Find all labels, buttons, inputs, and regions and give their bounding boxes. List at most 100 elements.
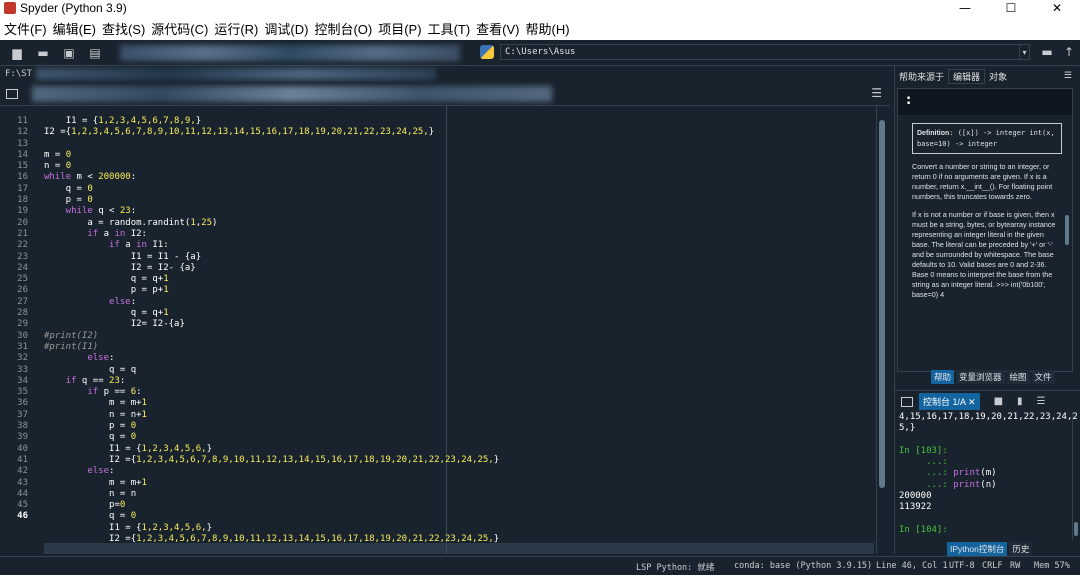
help-source-select[interactable]: 编辑器 — [948, 68, 986, 84]
console-options-icon[interactable]: ☰ — [1037, 396, 1046, 407]
menu-debug[interactable]: 调试(D) — [264, 19, 308, 38]
menu-file[interactable]: 文件(F) — [4, 19, 47, 38]
code-line[interactable]: if q == 23: — [44, 376, 874, 387]
help-options-icon[interactable]: ☰ — [1064, 70, 1072, 81]
save-all-icon[interactable]: ▤ — [88, 46, 102, 60]
new-file-icon[interactable]: ▆ — [10, 46, 24, 60]
console-tab-label: 控制台 1/A — [923, 397, 966, 407]
menu-view[interactable]: 查看(V) — [476, 19, 519, 38]
minimize-button[interactable]: — — [942, 0, 988, 16]
blurred-toolbar-region — [120, 44, 460, 61]
code-line[interactable]: if a in I1: — [44, 240, 874, 251]
editor-scrollbar[interactable] — [876, 106, 886, 554]
help-object-label: 对象 — [989, 71, 1008, 82]
python-path-icon[interactable] — [480, 45, 494, 59]
code-line[interactable]: n = 0 — [44, 161, 874, 172]
code-line[interactable] — [44, 545, 874, 552]
code-line[interactable]: q = 0 — [44, 184, 874, 195]
code-line[interactable]: I2= I2-{a} — [44, 319, 874, 330]
tab-help[interactable]: 帮助 — [931, 370, 955, 384]
code-line[interactable]: while q < 23: — [44, 206, 874, 217]
code-line[interactable]: I2 ={1,2,3,4,5,6,7,8,9,10,11,12,13,14,15… — [44, 455, 874, 466]
code-line[interactable]: m = m+1 — [44, 478, 874, 489]
console-scrollbar[interactable] — [1072, 412, 1078, 540]
code-line[interactable]: #print(I1) — [44, 342, 874, 353]
menu-edit[interactable]: 编辑(E) — [53, 19, 96, 38]
code-line[interactable]: #print(I2) — [44, 331, 874, 342]
help-scrollbar[interactable] — [1064, 115, 1070, 345]
code-line[interactable]: I2 = I2- {a} — [44, 263, 874, 274]
code-line[interactable]: m = 0 — [44, 150, 874, 161]
help-scroll-thumb[interactable] — [1065, 215, 1069, 245]
menu-help[interactable]: 帮助(H) — [526, 19, 570, 38]
code-line[interactable]: else: — [44, 466, 874, 477]
lsp-status[interactable]: LSP Python: 就绪 — [636, 561, 714, 573]
stop-icon[interactable]: ■ — [994, 396, 1003, 407]
line-number: 29 — [17, 319, 28, 330]
tab-ipython-console[interactable]: IPython控制台 — [947, 542, 1008, 556]
browse-folder-icon[interactable]: ▬ — [1036, 44, 1058, 60]
console-scroll-thumb[interactable] — [1074, 522, 1078, 536]
tab-plots[interactable]: 绘图 — [1006, 370, 1030, 384]
menu-console[interactable]: 控制台(O) — [314, 19, 372, 38]
line-number: 36 — [17, 398, 28, 409]
browse-tabs-icon[interactable] — [6, 88, 18, 99]
tab-history[interactable]: 历史 — [1009, 542, 1033, 556]
line-numbers: 11 12 13 14 15 16 17 18 19 20 21 22 23 24 25 26 27 28 29 30… — [0, 116, 28, 523]
code-line[interactable]: p = p+1 — [44, 285, 874, 296]
code-editor[interactable]: 11 12 13 14 15 16 17 18 19 20 21 22 23 24 25 26 27 28 29 30… — [0, 106, 890, 554]
code-line[interactable]: I2 ={1,2,3,4,5,6,7,8,9,10,11,12,13,14,15… — [44, 127, 874, 138]
code-line[interactable]: m = m+1 — [44, 398, 874, 409]
console-header: 控制台 1/A ✕ ■ ▮ ☰ — [895, 390, 1080, 412]
browse-tabs-icon[interactable] — [901, 396, 913, 407]
blurred-file-tabs[interactable] — [32, 85, 552, 102]
save-icon[interactable]: ▣ — [62, 46, 76, 60]
code-line[interactable]: I1 = {1,2,3,4,5,6,7,8,9,} — [44, 116, 874, 127]
code-line[interactable]: I1 = I1 - {a} — [44, 252, 874, 263]
close-button[interactable]: ✕ — [1034, 0, 1080, 16]
code-line[interactable]: q = q+1 — [44, 308, 874, 319]
code-line[interactable]: p = 0 — [44, 421, 874, 432]
parent-directory-icon[interactable]: ↑ — [1058, 44, 1080, 60]
code-line[interactable]: I1 = {1,2,3,4,5,6,} — [44, 444, 874, 455]
editor-options-icon[interactable]: ☰ — [871, 86, 882, 100]
menu-source[interactable]: 源代码(C) — [151, 19, 208, 38]
editor-scroll-thumb[interactable] — [879, 120, 885, 488]
working-directory-input[interactable]: C:\Users\Asus — [500, 44, 1020, 60]
code-line[interactable]: if a in I2: — [44, 229, 874, 240]
chevron-down-icon[interactable]: ▾ — [1020, 44, 1030, 60]
tab-variable-explorer[interactable]: 变量浏览器 — [956, 370, 1005, 384]
line-number: 31 — [17, 341, 28, 352]
open-folder-icon[interactable]: ▬ — [36, 46, 50, 60]
menu-tools[interactable]: 工具(T) — [428, 19, 471, 38]
code-line[interactable]: n = n — [44, 489, 874, 500]
maximize-button[interactable]: ☐ — [988, 0, 1034, 16]
code-line[interactable]: I1 = {1,2,3,4,5,6,} — [44, 523, 874, 534]
code-line[interactable]: q = 0 — [44, 511, 874, 522]
menu-search[interactable]: 查找(S) — [102, 19, 145, 38]
code-line[interactable]: while m < 200000: — [44, 172, 874, 183]
code-line[interactable]: else: — [44, 353, 874, 364]
menu-run[interactable]: 运行(R) — [214, 19, 258, 38]
code-line[interactable] — [44, 139, 874, 150]
code-line[interactable]: q = q+1 — [44, 274, 874, 285]
code-line[interactable]: p=0 — [44, 500, 874, 511]
code-line[interactable]: else: — [44, 297, 874, 308]
code-line[interactable]: a = random.randint(1,25) — [44, 218, 874, 229]
help-paragraph-1: Convert a number or string to an integer… — [912, 162, 1053, 201]
conda-status[interactable]: conda: base (Python 3.9.15) — [734, 561, 872, 571]
code-line[interactable]: p = 0 — [44, 195, 874, 206]
clear-console-icon[interactable]: ▮ — [1017, 396, 1023, 407]
code-line[interactable]: q = q — [44, 365, 874, 376]
code-line[interactable]: I2 ={1,2,3,4,5,6,7,8,9,10,11,12,13,14,15… — [44, 534, 874, 545]
code-line[interactable]: n = n+1 — [44, 410, 874, 421]
code-line[interactable]: q = 0 — [44, 432, 874, 443]
tab-files[interactable]: 文件 — [1031, 370, 1055, 384]
title-bar: Spyder (Python 3.9) — ☐ ✕ — [0, 0, 1080, 16]
console-line: 200000 — [899, 491, 932, 502]
ipython-console[interactable]: 4,15,16,17,18,19,20,21,22,23,24,2 5,} In … — [895, 412, 1077, 544]
code-text[interactable]: I1 = {1,2,3,4,5,6,7,8,9,} I2 ={1,2,3,4,5,… — [44, 116, 874, 552]
code-line[interactable]: if p == 6: — [44, 387, 874, 398]
console-tab[interactable]: 控制台 1/A ✕ — [919, 393, 980, 410]
menu-projects[interactable]: 项目(P) — [378, 19, 421, 38]
